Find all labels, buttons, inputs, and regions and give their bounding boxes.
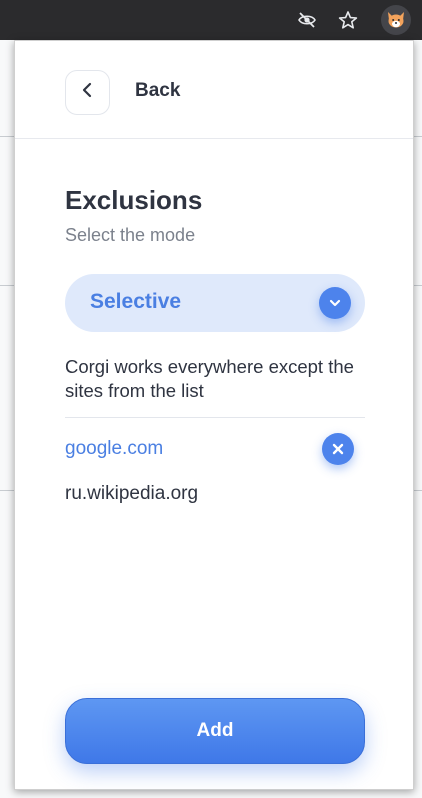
background-divider: [0, 285, 14, 286]
page-title: Exclusions: [65, 185, 203, 215]
background-divider: [414, 285, 422, 286]
site-name[interactable]: ru.wikipedia.org: [65, 483, 198, 505]
site-name[interactable]: google.com: [65, 438, 163, 460]
list-divider: [65, 417, 365, 418]
background-divider: [414, 136, 422, 137]
corgi-popup: Back Exclusions Select the mode Selectiv…: [14, 40, 414, 790]
popup-header: Back: [15, 41, 413, 139]
mode-select-value: Selective: [90, 290, 182, 313]
chevron-down-icon[interactable]: [319, 287, 351, 319]
site-list-item[interactable]: ru.wikipedia.org: [65, 474, 365, 514]
remove-x-icon[interactable]: [322, 433, 354, 465]
background-divider: [0, 136, 14, 137]
page-subtitle: Select the mode: [65, 225, 196, 245]
mode-description: Corgi works everywhere except the sites …: [65, 356, 354, 401]
add-button-label: Add: [196, 720, 234, 741]
corgi-extension-icon[interactable]: [381, 5, 411, 35]
back-button[interactable]: [65, 70, 110, 115]
background-divider: [414, 490, 422, 491]
browser-toolbar: [0, 0, 422, 40]
add-button[interactable]: Add: [65, 698, 365, 764]
eye-slash-icon[interactable]: [292, 5, 322, 35]
background-divider: [0, 490, 14, 491]
chevron-left-icon: [80, 82, 96, 103]
back-label[interactable]: Back: [135, 80, 180, 102]
mode-select[interactable]: Selective: [65, 274, 365, 332]
site-list-item[interactable]: google.com: [65, 429, 365, 469]
star-icon[interactable]: [333, 5, 363, 35]
